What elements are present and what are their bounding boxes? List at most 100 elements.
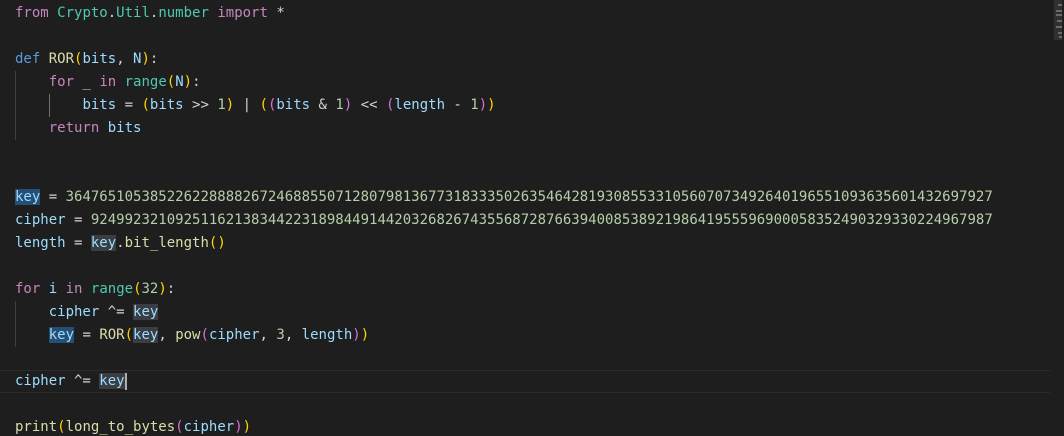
code-token: ( — [200, 327, 209, 343]
code-token: = — [74, 327, 100, 343]
code-token: ) — [225, 97, 235, 113]
code-token: N — [175, 74, 184, 90]
line-blank[interactable] — [0, 393, 1050, 416]
code-token: 1 — [217, 97, 226, 113]
line-cipher-xor[interactable]: cipher ^= key — [0, 301, 1050, 324]
code-token: cipher — [48, 304, 100, 320]
code-token: for — [15, 281, 41, 297]
minimap-line-mark — [1056, 26, 1062, 28]
code-editor[interactable]: from Crypto.Util.number import * def ROR(… — [0, 0, 1064, 436]
line-import[interactable]: from Crypto.Util.number import * — [0, 2, 1050, 25]
code-token: ) — [352, 327, 361, 343]
code-token: ( — [259, 97, 268, 113]
code-token: ROR — [99, 327, 125, 343]
code-token: , — [116, 51, 134, 67]
code-token: print — [15, 419, 58, 435]
code-token: length — [394, 97, 445, 113]
minimap-line-mark — [1057, 20, 1062, 22]
code-token: key — [133, 304, 159, 320]
code-token: key — [48, 327, 75, 343]
code-token: pow — [175, 327, 201, 343]
code-token: from — [15, 5, 49, 21]
code-token: bits — [82, 51, 117, 67]
code-token: for — [48, 74, 75, 90]
code-token: = — [40, 189, 66, 205]
line-blank[interactable] — [0, 255, 1050, 278]
code-token: range — [124, 74, 167, 90]
code-token: ( — [141, 97, 150, 113]
code-token: Util — [116, 5, 150, 21]
code-token: ( — [57, 419, 66, 435]
code-token: : — [166, 281, 176, 297]
minimap[interactable] — [1050, 0, 1064, 436]
line-for-range[interactable]: for _ in range(N): — [0, 71, 1050, 94]
code-token: , — [284, 327, 302, 343]
code-token: cipher — [15, 212, 66, 228]
code-token: ROR — [48, 51, 75, 67]
code-area[interactable]: from Crypto.Util.number import * def ROR(… — [0, 2, 1050, 436]
line-print[interactable]: print(long_to_bytes(cipher)) — [0, 416, 1050, 436]
code-token: bits — [82, 97, 117, 113]
minimap-line-mark — [1058, 32, 1062, 34]
line-cipher-xor-final[interactable]: cipher ^= key — [0, 370, 1050, 393]
code-token: ( — [175, 419, 184, 435]
code-token: long_to_bytes — [65, 419, 176, 435]
line-def-ror[interactable]: def ROR(bits, N): — [0, 48, 1050, 71]
indent-guide — [15, 324, 16, 347]
line-blank[interactable] — [0, 163, 1050, 186]
indent-guide — [15, 71, 16, 94]
code-token: ) — [360, 327, 370, 343]
code-token: ) — [487, 97, 496, 113]
code-token: = — [65, 235, 91, 251]
code-token: 32 — [141, 281, 159, 297]
code-token: def — [15, 51, 41, 67]
code-token: . — [116, 235, 125, 251]
code-token: cipher — [183, 419, 235, 435]
line-length-assign[interactable]: length = key.bit_length() — [0, 232, 1050, 255]
line-blank[interactable] — [0, 347, 1050, 370]
minimap-line-mark — [1058, 4, 1062, 6]
code-token: ) — [478, 97, 488, 113]
line-for-32[interactable]: for i in range(32): — [0, 278, 1050, 301]
code-token: ^= — [65, 373, 100, 389]
code-token: & — [310, 97, 336, 113]
indent-guide — [48, 94, 50, 117]
code-token: bit_length — [124, 235, 209, 251]
line-cipher-assign[interactable]: cipher = 9249923210925116213834422318984… — [0, 209, 1050, 232]
code-token: , — [158, 327, 176, 343]
code-token: 1 — [470, 97, 479, 113]
code-token: length — [15, 235, 66, 251]
line-key-assign[interactable]: key = 3647651053852262288882672468855071… — [0, 186, 1050, 209]
code-token: key — [99, 373, 125, 389]
code-token: 1 — [335, 97, 344, 113]
code-token: - — [445, 97, 471, 113]
code-token: 9249923210925116213834422318984491442032… — [90, 212, 993, 228]
code-token: import — [217, 5, 268, 21]
line-blank[interactable] — [0, 25, 1050, 48]
code-token: length — [301, 327, 353, 343]
code-token: cipher — [15, 373, 66, 389]
minimap-line-mark — [1056, 14, 1062, 16]
minimap-line-mark — [1059, 36, 1062, 38]
line-key-ror[interactable]: key = ROR(key, pow(cipher, 3, length)) — [0, 324, 1050, 347]
code-token: Crypto — [57, 5, 108, 21]
code-token: << — [352, 97, 386, 113]
code-token: bits — [276, 97, 311, 113]
line-bits-assign[interactable]: bits = (bits >> 1) | ((bits & 1) << (len… — [0, 94, 1050, 117]
code-token: ( — [133, 281, 142, 297]
code-token: = — [65, 212, 91, 228]
code-token: ( — [124, 327, 134, 343]
code-token: cipher — [208, 327, 260, 343]
line-blank[interactable] — [0, 140, 1050, 163]
code-token: bits — [149, 97, 184, 113]
line-return-bits[interactable]: return bits — [0, 117, 1050, 140]
code-token: * — [267, 5, 285, 21]
code-token: : — [192, 74, 201, 90]
code-token: i — [48, 281, 58, 297]
